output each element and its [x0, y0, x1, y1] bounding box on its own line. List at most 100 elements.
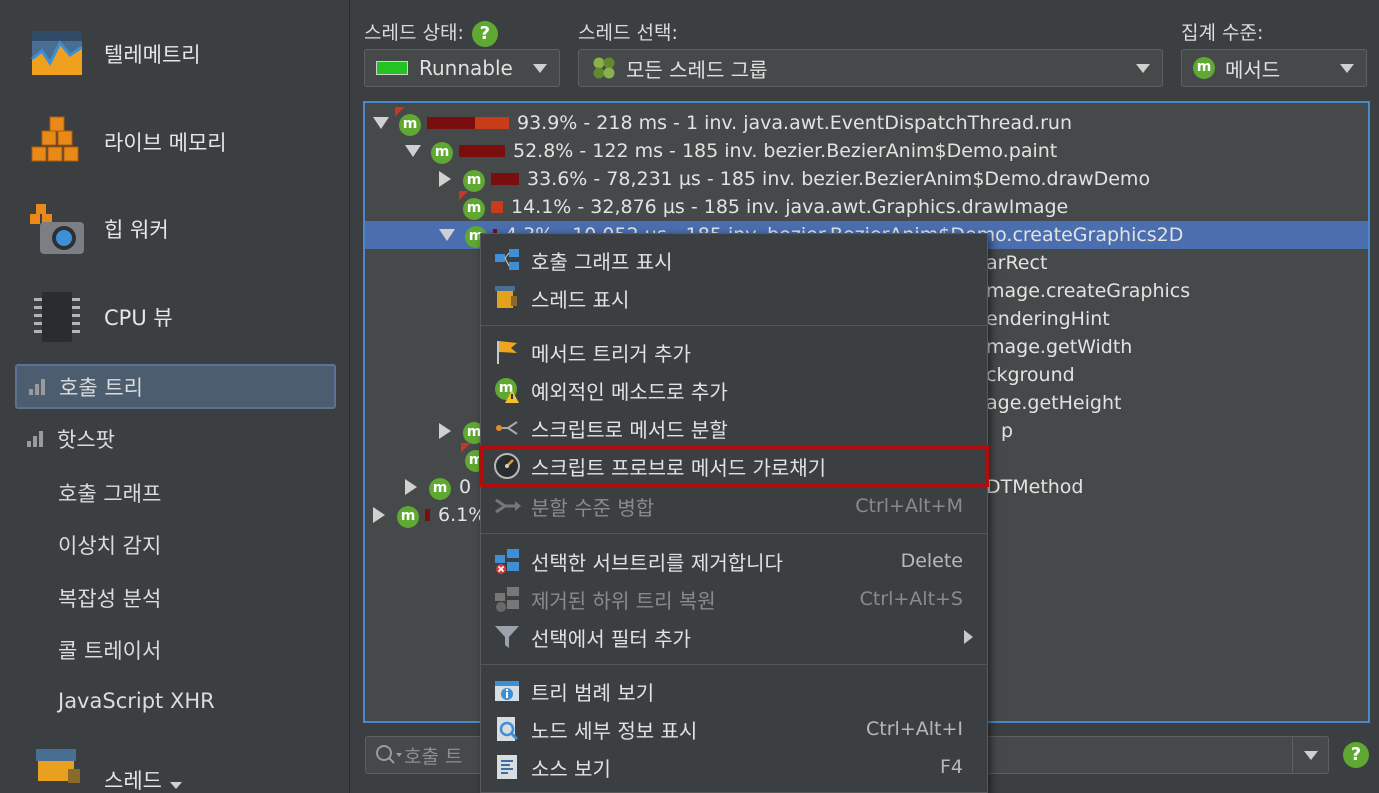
menu-item-intercept-method-probe[interactable]: 스크립트 프로브로 메서드 가로채기 [479, 445, 989, 487]
thread-status-label-row: 스레드 상태:? [364, 18, 498, 47]
cpu-view-icon [28, 288, 86, 346]
time-bar [427, 117, 509, 129]
menu-item-shortcut: F4 [939, 756, 963, 778]
tree-row[interactable]: m 33.6% - 78,231 µs - 185 inv. bezier.Be… [365, 165, 1368, 193]
menu-item-label: 스레드 표시 [531, 287, 630, 312]
menu-item-add-exceptional-method[interactable]: m 예외적인 메소드로 추가 [481, 371, 987, 409]
search-icon[interactable] [374, 743, 404, 767]
sidebar-item-hotspots[interactable]: 핫스팟 [15, 416, 336, 461]
telemetry-icon [28, 25, 86, 83]
flag-icon [493, 338, 521, 366]
tree-row-label: enderingHint [986, 308, 1110, 330]
menu-item-label: 스크립트로 메서드 분할 [531, 417, 728, 442]
exceptional-method-icon: m [493, 376, 521, 404]
menu-item-show-node-details[interactable]: 노드 세부 정보 표시 Ctrl+Alt+I [481, 710, 987, 748]
tree-row[interactable]: m 93.9% - 218 ms - 1 inv. java.awt.Event… [365, 106, 1368, 137]
menu-item-shortcut: Delete [900, 550, 963, 572]
menu-item-show-thread[interactable]: 스레드 표시 [481, 279, 987, 317]
sidebar-item-threads[interactable]: 스레드 [28, 740, 338, 793]
sidebar-item-javascript-xhr[interactable]: JavaScript XHR [58, 689, 215, 713]
context-menu: 호출 그래프 표시 스레드 표시 메서드 트리거 추가 m 예외적인 메소드로 … [479, 233, 989, 793]
menu-item-label: 스크립트 프로브로 메서드 가로채기 [531, 455, 827, 480]
chevron-down-icon [1340, 64, 1354, 73]
collapse-arrow-icon[interactable] [439, 229, 455, 241]
aggregation-level-label: 집계 수준: [1181, 22, 1264, 44]
tree-row[interactable]: m 52.8% - 122 ms - 185 inv. bezier.Bezie… [365, 137, 1368, 165]
tree-row-label: mage.getWidth [986, 336, 1133, 358]
menu-item-merge-split-level[interactable]: 분할 수준 병합 Ctrl+Alt+M [481, 487, 987, 525]
menu-item-restore-subtree[interactable]: 제거된 하위 트리 복원 Ctrl+Alt+S [481, 580, 987, 618]
sidebar-item-complexity-analysis[interactable]: 복잡성 분석 [58, 583, 161, 613]
menu-item-show-call-graph[interactable]: 호출 그래프 표시 [481, 241, 987, 279]
split-icon [493, 414, 521, 442]
chevron-down-icon [1136, 64, 1150, 73]
thread-group-icon [592, 56, 616, 80]
menu-separator [481, 533, 987, 534]
method-node-icon: m [429, 475, 451, 500]
method-node-icon: m [397, 503, 419, 528]
sidebar-item-label: 호출 트리 [59, 375, 143, 400]
tree-row-label: 14.1% - 32,876 µs - 185 inv. java.awt.Gr… [511, 196, 1069, 218]
search-placeholder: 호출 트 [404, 745, 463, 768]
method-node-icon: m [431, 139, 453, 164]
sidebar-item-call-graph[interactable]: 호출 그래프 [58, 478, 161, 508]
scroll-down-icon[interactable] [170, 782, 182, 789]
menu-item-remove-subtree[interactable]: 선택한 서브트리를 제거합니다 Delete [481, 542, 987, 580]
sidebar-item-label: 힙 워커 [104, 218, 169, 242]
thread-status-value: Runnable [419, 56, 513, 80]
source-icon [493, 753, 521, 781]
menu-separator [481, 664, 987, 665]
menu-item-shortcut: Ctrl+Alt+I [866, 718, 963, 740]
menu-item-show-source[interactable]: 소스 보기 F4 [481, 748, 987, 786]
tree-row-label-right: DTMethod [986, 476, 1084, 498]
help-icon[interactable]: ? [471, 20, 498, 47]
menu-item-split-method-script[interactable]: 스크립트로 메서드 분할 [481, 409, 987, 447]
time-bar [491, 201, 503, 213]
merge-icon [493, 492, 521, 520]
tree-row-label: age.getHeight [986, 392, 1122, 414]
thread-status-select[interactable]: Runnable [364, 49, 560, 87]
tree-row-label: p [1001, 420, 1014, 442]
heap-walker-icon [28, 200, 86, 258]
sidebar-item-label: 라이브 메모리 [104, 131, 227, 155]
sidebar-item-live-memory[interactable]: 라이브 메모리 [28, 112, 338, 172]
tree-row-label: ckground [986, 364, 1075, 386]
sidebar-item-heap-walker[interactable]: 힙 워커 [28, 199, 338, 259]
collapse-arrow-icon[interactable] [405, 145, 421, 157]
menu-item-label: 선택한 서브트리를 제거합니다 [531, 550, 783, 575]
sidebar-item-call-tracer[interactable]: 콜 트레이서 [58, 635, 161, 665]
aggregation-level-select[interactable]: m 메서드 [1181, 49, 1367, 87]
menu-separator [481, 325, 987, 326]
probe-gauge-icon [493, 452, 521, 480]
sidebar-item-call-tree[interactable]: 호출 트리 [15, 364, 336, 409]
chevron-down-icon[interactable] [1292, 737, 1328, 773]
tree-row-label: 52.8% - 122 ms - 185 inv. bezier.BezierA… [513, 140, 1058, 162]
info-icon [493, 677, 521, 705]
expand-arrow-icon[interactable] [373, 507, 385, 523]
sidebar-item-outlier-detection[interactable]: 이상치 감지 [58, 530, 161, 560]
tree-row[interactable]: m 14.1% - 32,876 µs - 185 inv. java.awt.… [365, 190, 1368, 221]
expand-arrow-icon[interactable] [439, 171, 451, 187]
thread-icon [493, 284, 521, 312]
sidebar-item-telemetry[interactable]: 텔레메트리 [28, 24, 338, 84]
menu-item-label: 선택에서 필터 추가 [531, 626, 691, 651]
bar-chart-icon [27, 430, 45, 447]
sidebar-item-label: 스레드 [104, 768, 162, 793]
submenu-arrow-icon [964, 630, 973, 644]
tree-row-label: 0 [459, 476, 472, 498]
help-icon[interactable]: ? [1343, 742, 1369, 768]
menu-item-add-filter-from-selection[interactable]: 선택에서 필터 추가 [481, 618, 987, 656]
sidebar-item-label: 핫스팟 [57, 427, 115, 452]
collapse-arrow-icon[interactable] [373, 117, 389, 129]
menu-item-label: 노드 세부 정보 표시 [531, 718, 698, 743]
sidebar-item-cpu-view[interactable]: CPU 뷰 [28, 287, 338, 347]
tree-row-label: 33.6% - 78,231 µs - 185 inv. bezier.Bezi… [527, 168, 1151, 190]
menu-item-label: 소스 보기 [531, 756, 611, 781]
method-node-icon: m [459, 190, 485, 220]
menu-item-add-method-trigger[interactable]: 메서드 트리거 추가 [481, 333, 987, 371]
method-icon: m [1193, 57, 1215, 79]
thread-select[interactable]: 모든 스레드 그룹 [578, 49, 1163, 87]
expand-arrow-icon[interactable] [439, 423, 451, 439]
expand-arrow-icon[interactable] [405, 479, 417, 495]
menu-item-show-tree-legend[interactable]: 트리 범례 보기 [481, 672, 987, 710]
